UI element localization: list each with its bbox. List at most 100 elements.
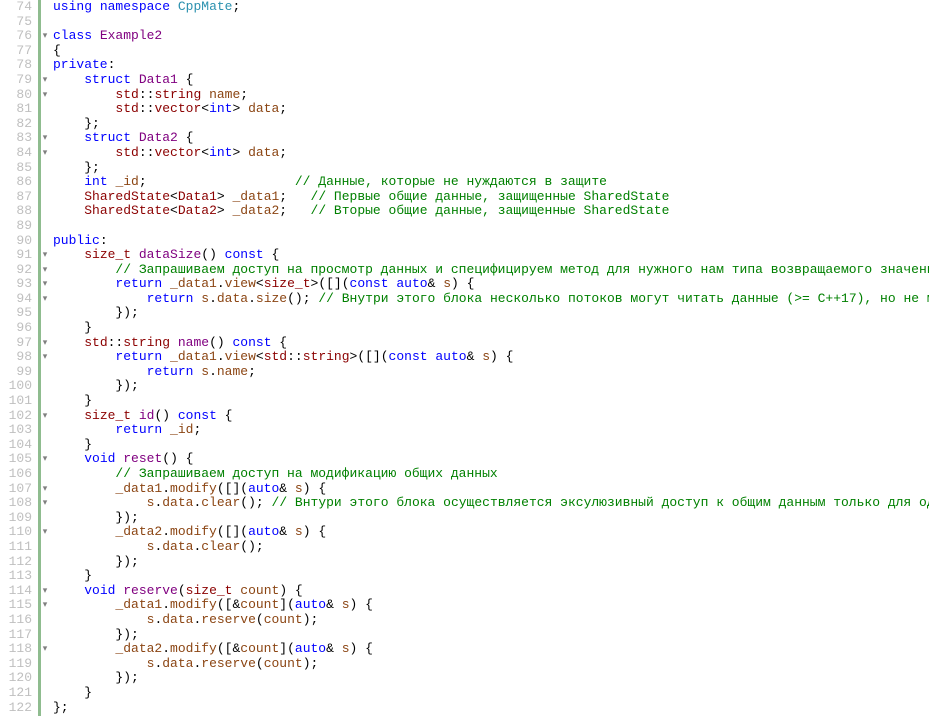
code-line[interactable]: }); xyxy=(53,671,929,686)
code-line[interactable]: private: xyxy=(53,58,929,73)
code-line[interactable]: { xyxy=(53,44,929,59)
code-line[interactable] xyxy=(53,15,929,30)
fold-toggle[interactable] xyxy=(41,584,49,599)
fold-toggle xyxy=(41,190,49,205)
code-line[interactable]: std::vector<int> data; xyxy=(53,102,929,117)
fold-toggle[interactable] xyxy=(41,525,49,540)
fold-toggle[interactable] xyxy=(41,73,49,88)
code-line[interactable]: } xyxy=(53,438,929,453)
code-line[interactable]: s.data.reserve(count); xyxy=(53,613,929,628)
code-line[interactable]: public: xyxy=(53,234,929,249)
code-line[interactable]: std::vector<int> data; xyxy=(53,146,929,161)
code-line[interactable]: }; xyxy=(53,701,929,716)
fold-toggle[interactable] xyxy=(41,292,49,307)
code-line[interactable]: std::string name; xyxy=(53,88,929,103)
code-line[interactable]: s.data.reserve(count); xyxy=(53,657,929,672)
fold-toggle[interactable] xyxy=(41,263,49,278)
code-line[interactable]: struct Data1 { xyxy=(53,73,929,88)
code-line[interactable]: struct Data2 { xyxy=(53,131,929,146)
code-line[interactable]: }; xyxy=(53,117,929,132)
code-line[interactable]: return s.data.size(); // Внутри этого бл… xyxy=(53,292,929,307)
code-line[interactable]: }); xyxy=(53,511,929,526)
code-line[interactable]: int _id; // Данные, которые не нуждаются… xyxy=(53,175,929,190)
code-line[interactable]: // Запрашиваем доступ на модификацию общ… xyxy=(53,467,929,482)
fold-toggle xyxy=(41,511,49,526)
code-line[interactable]: void reserve(size_t count) { xyxy=(53,584,929,599)
line-number: 115 xyxy=(0,598,34,613)
line-number: 102 xyxy=(0,409,34,424)
fold-toggle[interactable] xyxy=(41,248,49,263)
code-line[interactable] xyxy=(53,219,929,234)
fold-toggle xyxy=(41,569,49,584)
code-line[interactable]: size_t dataSize() const { xyxy=(53,248,929,263)
code-line[interactable]: }); xyxy=(53,628,929,643)
line-number: 77 xyxy=(0,44,34,59)
fold-toggle[interactable] xyxy=(41,642,49,657)
code-line[interactable]: }); xyxy=(53,306,929,321)
code-line[interactable]: class Example2 xyxy=(53,29,929,44)
line-number: 103 xyxy=(0,423,34,438)
fold-column[interactable] xyxy=(38,0,49,716)
fold-toggle xyxy=(41,0,49,15)
code-line[interactable]: s.data.clear(); // Внтури этого блока ос… xyxy=(53,496,929,511)
code-line[interactable]: _data1.modify([&count](auto& s) { xyxy=(53,598,929,613)
line-number: 93 xyxy=(0,277,34,292)
code-line[interactable]: void reset() { xyxy=(53,452,929,467)
code-line[interactable]: } xyxy=(53,394,929,409)
fold-toggle xyxy=(41,321,49,336)
line-number: 108 xyxy=(0,496,34,511)
code-line[interactable]: }; xyxy=(53,161,929,176)
fold-toggle[interactable] xyxy=(41,482,49,497)
line-number: 106 xyxy=(0,467,34,482)
code-line[interactable]: return s.name; xyxy=(53,365,929,380)
fold-toggle[interactable] xyxy=(41,88,49,103)
code-line[interactable]: return _data1.view<size_t>([](const auto… xyxy=(53,277,929,292)
fold-toggle xyxy=(41,555,49,570)
code-line[interactable]: }); xyxy=(53,379,929,394)
line-number: 91 xyxy=(0,248,34,263)
code-line[interactable]: SharedState<Data1> _data1; // Первые общ… xyxy=(53,190,929,205)
fold-toggle[interactable] xyxy=(41,131,49,146)
code-line[interactable]: } xyxy=(53,569,929,584)
fold-toggle xyxy=(41,423,49,438)
fold-toggle[interactable] xyxy=(41,452,49,467)
line-number: 78 xyxy=(0,58,34,73)
fold-toggle xyxy=(41,15,49,30)
code-line[interactable]: } xyxy=(53,321,929,336)
fold-toggle[interactable] xyxy=(41,350,49,365)
code-line[interactable]: return _id; xyxy=(53,423,929,438)
line-number: 81 xyxy=(0,102,34,117)
fold-toggle[interactable] xyxy=(41,29,49,44)
fold-toggle xyxy=(41,379,49,394)
fold-toggle xyxy=(41,613,49,628)
fold-toggle[interactable] xyxy=(41,598,49,613)
fold-toggle[interactable] xyxy=(41,336,49,351)
fold-toggle[interactable] xyxy=(41,277,49,292)
code-line[interactable]: using namespace CppMate; xyxy=(53,0,929,15)
code-line[interactable]: }); xyxy=(53,555,929,570)
code-line[interactable]: std::string name() const { xyxy=(53,336,929,351)
fold-toggle[interactable] xyxy=(41,496,49,511)
fold-toggle xyxy=(41,44,49,59)
code-line[interactable]: _data1.modify([](auto& s) { xyxy=(53,482,929,497)
code-editor-content[interactable]: using namespace CppMate;class Example2{p… xyxy=(49,0,929,716)
line-number: 110 xyxy=(0,525,34,540)
line-number: 119 xyxy=(0,657,34,672)
fold-toggle[interactable] xyxy=(41,146,49,161)
code-line[interactable]: _data2.modify([&count](auto& s) { xyxy=(53,642,929,657)
line-number: 96 xyxy=(0,321,34,336)
line-number: 94 xyxy=(0,292,34,307)
code-line[interactable]: size_t id() const { xyxy=(53,409,929,424)
code-line[interactable]: } xyxy=(53,686,929,701)
line-number: 86 xyxy=(0,175,34,190)
line-number: 89 xyxy=(0,219,34,234)
code-line[interactable]: SharedState<Data2> _data2; // Вторые общ… xyxy=(53,204,929,219)
line-number: 112 xyxy=(0,555,34,570)
line-number: 109 xyxy=(0,511,34,526)
fold-toggle[interactable] xyxy=(41,409,49,424)
code-line[interactable]: return _data1.view<std::string>([](const… xyxy=(53,350,929,365)
code-line[interactable]: s.data.clear(); xyxy=(53,540,929,555)
code-line[interactable]: // Запрашиваем доступ на просмотр данных… xyxy=(53,263,929,278)
code-line[interactable]: _data2.modify([](auto& s) { xyxy=(53,525,929,540)
line-number: 83 xyxy=(0,131,34,146)
